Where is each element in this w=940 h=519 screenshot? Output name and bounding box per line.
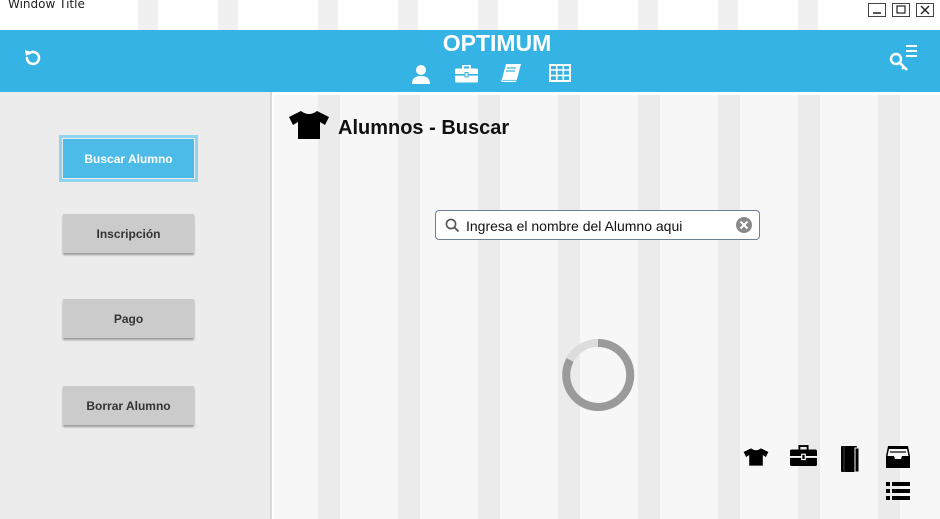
background-stripe [638, 95, 660, 519]
titlebar-stripe [138, 0, 158, 30]
search-input[interactable]: Ingresa el nombre del Alumno aqui [435, 210, 760, 240]
background-stripe [478, 95, 500, 519]
window-title: Window Title [8, 0, 85, 11]
titlebar-stripe [798, 0, 818, 30]
buscar-alumno-button[interactable]: Buscar Alumno [59, 135, 198, 182]
titlebar-stripe [718, 0, 738, 30]
titlebar-stripe [398, 0, 418, 30]
minimize-icon [873, 12, 881, 14]
spinner-icon [562, 338, 635, 411]
tshirt-icon[interactable] [743, 447, 769, 472]
user-icon[interactable] [411, 64, 431, 89]
app-header: OPTIMUM [0, 30, 940, 92]
close-button[interactable] [916, 3, 934, 17]
briefcase-icon[interactable] [455, 64, 478, 88]
background-stripe [718, 95, 740, 519]
main-panel: Alumnos - Buscar Ingresa el nombre del A… [274, 95, 940, 519]
list-icon[interactable] [886, 481, 910, 506]
minimize-button[interactable] [868, 3, 886, 17]
titlebar-stripe [558, 0, 578, 30]
page-title: Alumnos - Buscar [338, 117, 510, 139]
briefcase-icon[interactable] [790, 445, 817, 472]
app-title: OPTIMUM [442, 30, 552, 56]
key-menu-icon[interactable] [889, 44, 919, 77]
maximize-button[interactable] [892, 3, 910, 17]
book-icon[interactable] [840, 445, 860, 478]
titlebar-stripe [638, 0, 658, 30]
titlebar-stripe [478, 0, 498, 30]
book-icon[interactable] [500, 63, 522, 88]
background-stripe [558, 95, 580, 519]
inscripcion-button[interactable]: Inscripción [63, 214, 194, 253]
close-icon [920, 5, 930, 15]
table-icon[interactable] [549, 64, 571, 87]
tshirt-icon [288, 110, 330, 145]
background-stripe [398, 95, 420, 519]
background-stripe [318, 95, 340, 519]
clear-icon[interactable] [735, 216, 753, 234]
sidebar: Buscar Alumno Inscripción Pago Borrar Al… [0, 92, 272, 519]
search-value: Ingresa el nombre del Alumno aqui [466, 218, 683, 234]
maximize-icon [896, 5, 906, 14]
titlebar-stripe [218, 0, 238, 30]
window-titlebar: Window Title [0, 0, 940, 30]
titlebar-stripe [318, 0, 338, 30]
pago-button[interactable]: Pago [63, 299, 194, 338]
borrar-alumno-button[interactable]: Borrar Alumno [63, 386, 194, 425]
search-icon [445, 218, 460, 233]
inbox-icon[interactable] [885, 445, 911, 474]
